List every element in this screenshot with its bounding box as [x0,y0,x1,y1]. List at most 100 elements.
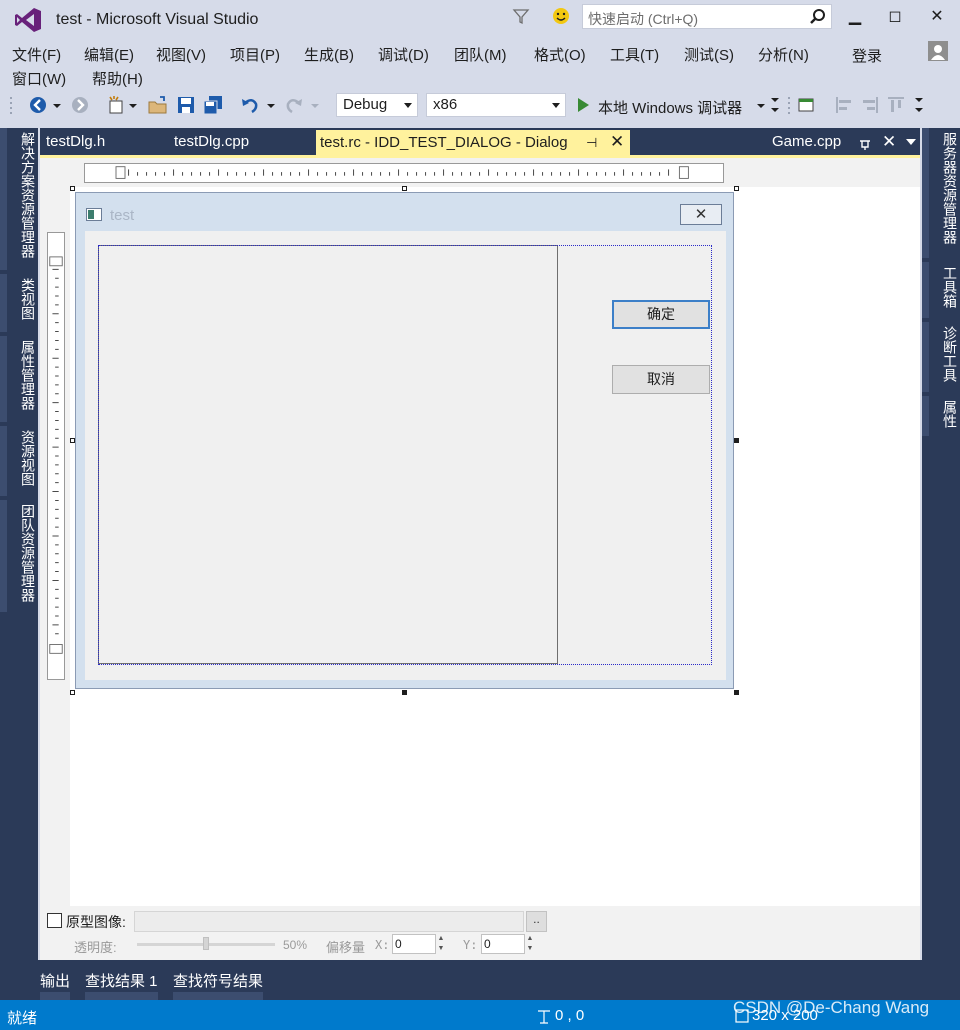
prototype-image-path-input[interactable] [134,911,524,932]
chevron-down-icon[interactable] [266,95,276,115]
close-tab-icon[interactable]: ✕ [882,132,896,152]
maximize-button[interactable]: ◻ [882,6,908,28]
toolbar-overflow-icon[interactable] [770,95,780,115]
chevron-down-icon[interactable] [128,95,138,115]
align-left-icon[interactable] [834,95,854,115]
chevron-down-icon[interactable] [310,95,320,115]
open-file-icon[interactable] [148,95,168,115]
new-project-icon[interactable] [106,95,126,115]
toolbar-overflow-icon[interactable] [914,95,924,115]
diagnostic-tools-label: 诊断工具 [942,326,958,382]
menu-file[interactable]: 文件(F) [12,44,61,65]
resize-handle[interactable] [402,690,407,695]
menu-help[interactable]: 帮助(H) [92,68,143,89]
menu-view[interactable]: 视图(V) [156,44,206,65]
diagnostic-tools-tab[interactable]: 诊断工具 [922,322,960,392]
offset-x-input[interactable]: 0 [392,934,436,954]
resource-view-tab[interactable]: 资源视图 [0,426,38,496]
test-dialog-icon[interactable] [796,95,816,115]
start-debugging-button[interactable]: 本地 Windows 调试器 [598,97,742,118]
cancel-button[interactable]: 取消 [612,365,710,394]
ok-button[interactable]: 确定 [612,300,710,329]
visual-studio-logo-icon [15,8,41,32]
resize-handle[interactable] [734,186,739,191]
property-manager-tab[interactable]: 属性管理器 [0,336,38,422]
resize-handle[interactable] [70,186,75,191]
menu-edit[interactable]: 编辑(E) [84,44,134,65]
vertical-ruler[interactable] [47,232,65,680]
team-explorer-tab[interactable]: 团队资源管理器 [0,500,38,612]
user-account-icon[interactable] [928,41,948,61]
dialog-preview[interactable]: test ✕ 确定 取消 [75,192,734,689]
sign-in-link[interactable]: 登录 [852,45,882,66]
pin-tab-icon[interactable]: ⊣ [586,135,597,151]
menu-project[interactable]: 项目(P) [230,44,280,65]
save-icon[interactable] [176,95,196,115]
find-symbol-results-tab[interactable]: 查找符号结果 [173,970,263,991]
align-top-icon[interactable] [886,95,906,115]
window-title: test - Microsoft Visual Studio [56,11,259,28]
dialog-close-button[interactable]: ✕ [680,204,722,225]
toolbar-grip-icon[interactable] [786,95,794,115]
spin-up-icon[interactable]: ▲ [525,934,535,944]
properties-tab[interactable]: 属性 [922,396,960,436]
solution-platform-select[interactable]: x86 [426,93,566,117]
spin-up-icon[interactable]: ▲ [436,934,446,944]
tab-testdlg-cpp[interactable]: testDlg.cpp [174,133,249,150]
find-results-tab[interactable]: 查找结果 1 [85,970,158,991]
menu-debug[interactable]: 调试(D) [378,44,429,65]
menu-build[interactable]: 生成(B) [304,44,354,65]
feedback-filter-icon[interactable] [512,7,530,25]
send-feedback-smile-icon[interactable] [552,7,570,25]
tab-testdlg-h[interactable]: testDlg.h [46,133,105,150]
class-view-tab[interactable]: 类视图 [0,274,38,332]
search-icon[interactable] [809,8,827,26]
resize-handle[interactable] [734,438,739,443]
undo-icon[interactable] [240,95,260,115]
active-tab-label: test.rc - IDD_TEST_DIALOG - Dialog [320,134,568,151]
browse-button[interactable]: .. [526,911,547,932]
minimize-button[interactable]: ▁ [842,6,868,28]
output-tab[interactable]: 输出 [40,970,70,991]
spin-down-icon[interactable]: ▼ [436,944,446,954]
tab-marker [922,128,929,258]
menu-tools[interactable]: 工具(T) [610,44,659,65]
spin-down-icon[interactable]: ▼ [525,944,535,954]
toolbox-tab[interactable]: 工具箱 [922,262,960,318]
tab-game-cpp[interactable]: Game.cpp [772,133,841,150]
pin-tab-icon[interactable] [858,136,872,150]
transparency-slider-thumb[interactable] [203,937,209,950]
toolbar-grip-icon[interactable] [8,95,16,115]
tab-list-dropdown-icon[interactable] [906,139,916,145]
menu-test[interactable]: 测试(S) [684,44,734,65]
solution-explorer-tab[interactable]: 解决方案资源管理器 [0,128,38,270]
chevron-down-icon[interactable] [404,103,412,108]
menu-window[interactable]: 窗口(W) [12,68,66,89]
properties-label: 属性 [942,400,958,428]
chevron-down-icon[interactable] [756,95,766,115]
resize-handle[interactable] [70,690,75,695]
chevron-down-icon[interactable] [552,103,560,108]
navigate-back-icon[interactable] [28,95,48,115]
menu-analyze[interactable]: 分析(N) [758,44,809,65]
start-debugging-play-icon[interactable] [576,95,590,115]
resize-handle[interactable] [402,186,407,191]
solution-configuration-select[interactable]: Debug [336,93,418,117]
navigate-forward-icon[interactable] [70,95,90,115]
property-manager-label: 属性管理器 [20,340,36,410]
prototype-image-checkbox[interactable] [47,913,62,928]
menu-team[interactable]: 团队(M) [454,44,507,65]
save-all-icon[interactable] [202,95,224,115]
resize-handle[interactable] [734,690,739,695]
tab-test-rc-dialog[interactable]: test.rc - IDD_TEST_DIALOG - Dialog ⊣ ✕ [316,130,630,156]
offset-y-input[interactable]: 0 [481,934,525,954]
quick-launch-input[interactable]: 快速启动 (Ctrl+Q) [582,4,832,29]
horizontal-ruler[interactable] [84,163,724,183]
close-window-button[interactable]: ✕ [924,6,950,28]
align-right-icon[interactable] [860,95,880,115]
menu-format[interactable]: 格式(O) [534,44,586,65]
close-tab-icon[interactable]: ✕ [610,132,624,152]
chevron-down-icon[interactable] [52,95,62,115]
server-explorer-tab[interactable]: 服务器资源管理器 [922,128,960,258]
redo-icon[interactable] [284,95,304,115]
